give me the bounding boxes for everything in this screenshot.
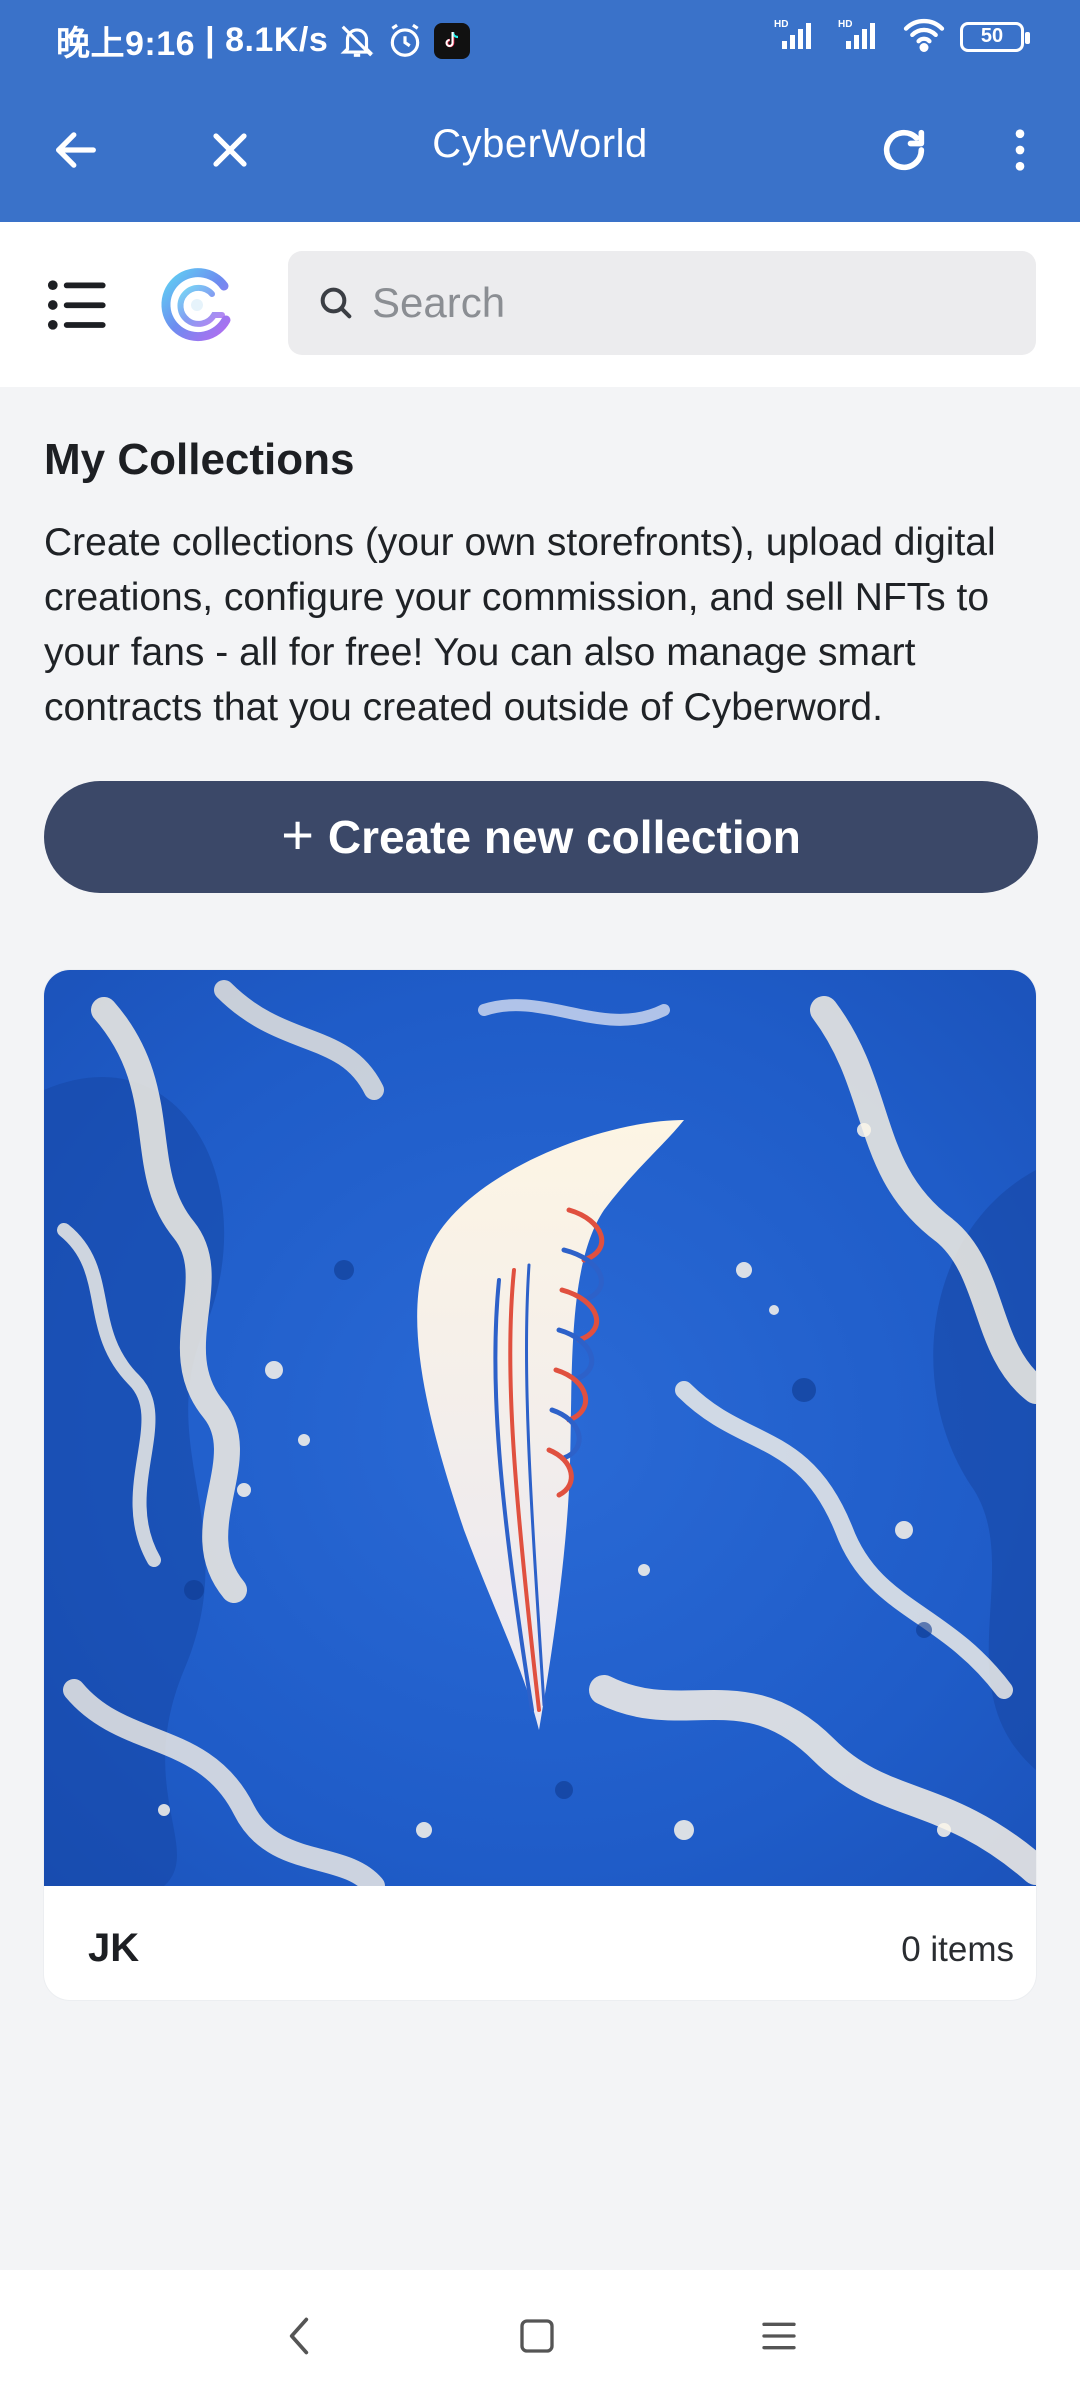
collection-card[interactable]: JK 0 items bbox=[44, 970, 1036, 2000]
more-vertical-icon bbox=[1015, 129, 1025, 171]
bell-muted-icon bbox=[338, 22, 376, 60]
reload-button[interactable] bbox=[866, 112, 942, 188]
section-heading: My Collections bbox=[44, 435, 355, 484]
menu-button[interactable] bbox=[44, 272, 110, 338]
status-right: HD HD 50 bbox=[774, 16, 1030, 57]
search-input[interactable] bbox=[370, 278, 970, 328]
main-content: My Collections Create collections (your … bbox=[0, 387, 1080, 2270]
alarm-icon bbox=[386, 22, 424, 60]
create-collection-button[interactable]: + Create new collection bbox=[44, 781, 1038, 893]
battery-level: 50 bbox=[980, 25, 1004, 47]
status-time: 晚上9:16 bbox=[56, 25, 196, 63]
square-icon bbox=[520, 2319, 554, 2353]
status-divider: | bbox=[205, 21, 216, 59]
plus-icon: + bbox=[281, 802, 314, 866]
site-header bbox=[0, 222, 1080, 387]
create-collection-label: Create new collection bbox=[327, 811, 801, 863]
collection-image bbox=[44, 970, 1036, 1886]
search-icon bbox=[320, 287, 352, 319]
wifi-icon bbox=[902, 16, 946, 57]
collection-name: JK bbox=[88, 1926, 140, 1970]
section-description: Create collections (your own storefronts… bbox=[44, 521, 996, 729]
svg-text:HD: HD bbox=[774, 19, 788, 30]
status-speed: 8.1K/s bbox=[225, 21, 329, 59]
system-nav-bar bbox=[0, 2270, 1080, 2400]
collection-item-count: 0 items bbox=[901, 1930, 1014, 1969]
search-bar[interactable] bbox=[288, 251, 1036, 355]
list-menu-icon bbox=[47, 280, 106, 330]
tiktok-icon bbox=[434, 22, 471, 59]
battery-icon: 50 bbox=[960, 21, 1030, 52]
status-bar: 晚上9:16 | 8.1K/s HD HD 50 bbox=[0, 0, 1080, 76]
more-options-button[interactable] bbox=[982, 112, 1058, 188]
cyberworld-logo[interactable] bbox=[152, 260, 242, 350]
app-bar: CyberWorld bbox=[0, 76, 1080, 222]
hamburger-icon bbox=[762, 2322, 796, 2350]
refresh-icon bbox=[883, 129, 925, 171]
nav-home-button[interactable] bbox=[502, 2306, 572, 2366]
nav-back-button[interactable] bbox=[264, 2306, 334, 2366]
status-left: 晚上9:16 | 8.1K/s bbox=[56, 16, 471, 65]
signal-hd-2-icon: HD bbox=[838, 17, 888, 56]
svg-text:HD: HD bbox=[838, 19, 852, 30]
chevron-left-icon bbox=[289, 2317, 309, 2355]
signal-hd-1-icon: HD bbox=[774, 17, 824, 56]
nav-recents-button[interactable] bbox=[744, 2306, 814, 2366]
